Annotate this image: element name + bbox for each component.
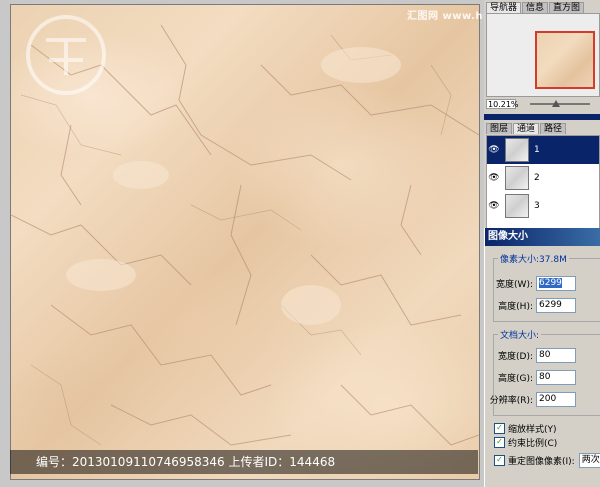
eye-icon[interactable]: 👁 (487, 201, 501, 211)
channel-thumbnail (505, 194, 529, 218)
scale-styles-option[interactable]: ✓ 缩放样式(Y) (494, 422, 557, 435)
constrain-checkbox[interactable]: ✓ (494, 437, 505, 448)
navigator-thumbnail[interactable] (535, 31, 595, 89)
pixel-width-input[interactable]: 6299 (536, 276, 576, 291)
pixel-width-label: 宽度(W): (496, 280, 533, 290)
zoom-controls: 10.21% (486, 98, 600, 110)
constrain-label: 约束比例(C) (508, 439, 558, 449)
channel-label: 1 (534, 145, 540, 155)
pixel-height-input[interactable]: 6299 (536, 298, 576, 313)
tab-channels[interactable]: 通道 (513, 123, 540, 134)
channels-panel: 👁 1 👁 2 👁 3 (486, 135, 600, 230)
resolution-input[interactable]: 200 (536, 392, 576, 407)
pixel-height-label: 高度(H): (498, 302, 533, 312)
pixel-height-row: 高度(H): 6299 (485, 298, 576, 313)
doc-height-label: 高度(G): (497, 374, 533, 384)
doc-height-row: 高度(G): 80 (485, 370, 576, 385)
resample-method-select[interactable]: 两次立方 (578, 453, 600, 468)
resolution-label: 分辨率(R): (489, 396, 533, 406)
zoom-slider-thumb-icon[interactable] (552, 100, 560, 107)
tab-layers[interactable]: 图层 (486, 123, 513, 134)
site-watermark: 汇图网 www.huitu.com (407, 11, 537, 22)
scale-styles-checkbox[interactable]: ✓ (494, 423, 505, 434)
watermark-logo-icon (26, 15, 106, 95)
doc-height-input[interactable]: 80 (536, 370, 576, 385)
panel-divider (484, 114, 600, 120)
dialog-title: 图像大小 (485, 228, 600, 246)
doc-width-input[interactable]: 80 (536, 348, 576, 363)
doc-width-row: 宽度(D): 80 (485, 348, 576, 363)
pixel-dimensions-legend: 像素大小:37.8M (500, 255, 567, 265)
eye-icon[interactable]: 👁 (487, 173, 501, 183)
channel-row[interactable]: 👁 1 (487, 136, 599, 164)
image-size-dialog: 图像大小 像素大小:37.8M 宽度(W): 6299 高度(H): 6299 … (484, 228, 600, 487)
tab-paths[interactable]: 路径 (540, 123, 567, 134)
eye-icon[interactable]: 👁 (487, 145, 501, 155)
doc-width-label: 宽度(D): (498, 352, 533, 362)
constrain-option[interactable]: ✓ 约束比例(C) (494, 436, 557, 449)
resample-checkbox[interactable]: ✓ (494, 455, 505, 466)
channel-thumbnail (505, 138, 529, 162)
navigator-tabs: 导航器 信息 直方图 (486, 2, 585, 13)
image-info-bar: 编号：20130109110746958346 上传者ID：144468 (10, 450, 478, 474)
channels-tabs: 图层 通道 路径 (486, 123, 567, 134)
channel-label: 3 (534, 201, 540, 211)
channel-thumbnail (505, 166, 529, 190)
tab-info[interactable]: 信息 (522, 2, 549, 13)
zoom-field[interactable]: 10.21% (486, 99, 519, 109)
document-canvas[interactable]: 汇图网 www.huitu.com 编号：2013010911074695834… (0, 0, 537, 487)
tab-navigator[interactable]: 导航器 (486, 2, 522, 13)
marble-texture-image (10, 4, 480, 480)
document-size-legend: 文档大小: (500, 331, 540, 341)
zoom-slider[interactable] (530, 100, 590, 107)
resample-option[interactable]: ✓ 重定图像像素(I): 两次立方 (494, 453, 600, 468)
channel-row[interactable]: 👁 3 (487, 192, 599, 220)
resample-label: 重定图像像素(I): (508, 457, 575, 467)
channel-label: 2 (534, 173, 540, 183)
scale-styles-label: 缩放样式(Y) (508, 425, 557, 435)
tab-histogram[interactable]: 直方图 (549, 2, 585, 13)
resolution-row: 分辨率(R): 200 (485, 392, 576, 407)
channel-row[interactable]: 👁 2 (487, 164, 599, 192)
navigator-panel (486, 13, 600, 97)
pixel-width-row: 宽度(W): 6299 (485, 276, 576, 291)
